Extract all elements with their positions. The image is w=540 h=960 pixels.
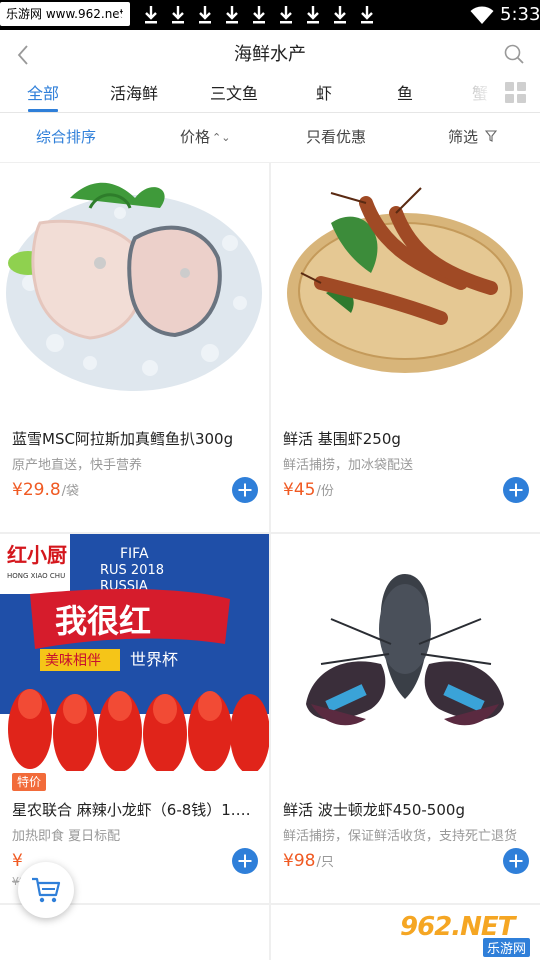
filter-icon (484, 130, 497, 142)
product-card[interactable]: 红小厨 HONG XIAO CHU FIFA RUS 2018 RUSSIA 我… (0, 534, 269, 903)
watermark-bottom: 乐游网 (482, 938, 530, 957)
package-sub1: 美味相伴 (45, 653, 101, 669)
package-sub2: 世界杯 (130, 650, 178, 669)
download-arrow-icon (305, 5, 321, 25)
sort-price[interactable]: 价格 ⌃⌄ (180, 113, 230, 162)
search-icon[interactable] (502, 42, 526, 66)
product-name: 蓝雪MSC阿拉斯加真鳕鱼扒300g (12, 430, 234, 448)
download-arrow-icon (332, 5, 348, 25)
brand-logo-pinyin: HONG XIAO CHU (7, 572, 65, 580)
grid-menu-icon[interactable] (505, 82, 527, 104)
price-unit: /袋 (61, 484, 80, 499)
product-desc: 鲜活捕捞，加冰袋配送 (283, 458, 414, 473)
download-arrow-icon (278, 5, 294, 25)
category-tabs: 全部 活海鲜 三文鱼 虾 鱼 蟹 (0, 80, 540, 112)
sort-updown-icon: ⌃⌄ (212, 131, 231, 144)
status-watermark: 乐游网 www.962.net (0, 2, 131, 26)
product-desc: 鲜活捕捞，保证鲜活收货，支持死亡退货 (283, 829, 518, 844)
fifa-text: FIFA (120, 546, 149, 562)
product-price: ¥98/只 (283, 851, 334, 871)
page-title: 海鲜水产 (234, 44, 306, 65)
add-to-cart-button[interactable] (232, 848, 258, 874)
product-grid: 蓝雪MSC阿拉斯加真鳕鱼扒300g 原产地直送，快手营养 ¥29.8/袋 鲜活 … (0, 162, 540, 960)
download-arrow-icon (116, 5, 132, 25)
tab-live-seafood[interactable]: 活海鲜 (110, 80, 158, 108)
sort-filter-label: 筛选 (448, 128, 479, 146)
add-to-cart-button[interactable] (503, 477, 529, 503)
product-card[interactable]: 鲜活 波士顿龙虾450-500g 鲜活捕捞，保证鲜活收货，支持死亡退货 ¥98/… (271, 534, 540, 903)
tab-shrimp[interactable]: 虾 (316, 80, 332, 108)
download-arrow-icon (251, 5, 267, 25)
product-price: ¥29.8/袋 (12, 480, 79, 500)
tabs-fade (466, 80, 496, 112)
status-bar: 乐游网 www.962.net 5:33 (0, 0, 540, 30)
price-unit: /只 (316, 855, 334, 870)
sort-discount-only[interactable]: 只看优惠 (306, 113, 366, 162)
download-arrow-icon (224, 5, 240, 25)
price-value: ¥98 (283, 851, 316, 871)
tab-fish[interactable]: 鱼 (397, 80, 413, 108)
package-headline: 我很红 (55, 602, 151, 640)
cart-icon (32, 877, 61, 903)
rus-text: RUS 2018 (100, 563, 164, 578)
add-to-cart-button[interactable] (232, 477, 258, 503)
tab-salmon[interactable]: 三文鱼 (210, 80, 258, 108)
download-notifications (116, 0, 375, 30)
brand-logo-text: 红小厨 (7, 543, 67, 567)
tab-all[interactable]: 全部 (27, 80, 59, 108)
sort-price-label: 价格 (180, 128, 211, 146)
app-header: 海鲜水产 (0, 30, 540, 80)
product-card[interactable]: 蓝雪MSC阿拉斯加真鳕鱼扒300g 原产地直送，快手营养 ¥29.8/袋 (0, 163, 269, 532)
price-value: ¥45 (283, 480, 316, 500)
add-to-cart-button[interactable] (503, 848, 529, 874)
download-arrow-icon (143, 5, 159, 25)
sort-filter[interactable]: 筛选 (448, 113, 497, 162)
sort-default[interactable]: 综合排序 (36, 113, 96, 162)
price-value: ¥29.8 (12, 480, 61, 500)
product-image: 红小厨 HONG XIAO CHU FIFA RUS 2018 RUSSIA 我… (0, 534, 269, 771)
product-desc: 加热即食 夏日标配 (12, 829, 121, 844)
product-name: 鲜活 波士顿龙虾450-500g (283, 801, 465, 819)
product-image (271, 163, 540, 400)
product-price: ¥45/份 (283, 480, 334, 500)
wifi-icon (470, 6, 494, 24)
download-arrow-icon (197, 5, 213, 25)
sort-bar: 综合排序 价格 ⌃⌄ 只看优惠 筛选 (0, 113, 540, 162)
product-price: ¥ (12, 851, 24, 871)
special-offer-tag: 特价 (12, 773, 47, 791)
site-watermark-logo: 962.NET 乐游网 (400, 912, 534, 957)
sort-default-label: 综合排序 (36, 128, 97, 146)
product-image (271, 534, 540, 771)
price-value: ¥ (12, 851, 23, 871)
product-desc: 原产地直送，快手营养 (12, 458, 143, 473)
product-card[interactable]: 鲜活 基围虾250g 鲜活捕捞，加冰袋配送 ¥45/份 (271, 163, 540, 532)
download-arrow-icon (359, 5, 375, 25)
cart-button[interactable] (18, 862, 74, 918)
download-arrow-icon (170, 5, 186, 25)
sort-discount-label: 只看优惠 (306, 128, 367, 146)
price-unit: /份 (316, 484, 334, 499)
product-name: 星农联合 麻辣小龙虾（6-8钱）1.… (12, 801, 251, 819)
clock: 5:33 (500, 4, 540, 25)
product-name: 鲜活 基围虾250g (283, 430, 401, 448)
product-image (0, 163, 269, 400)
